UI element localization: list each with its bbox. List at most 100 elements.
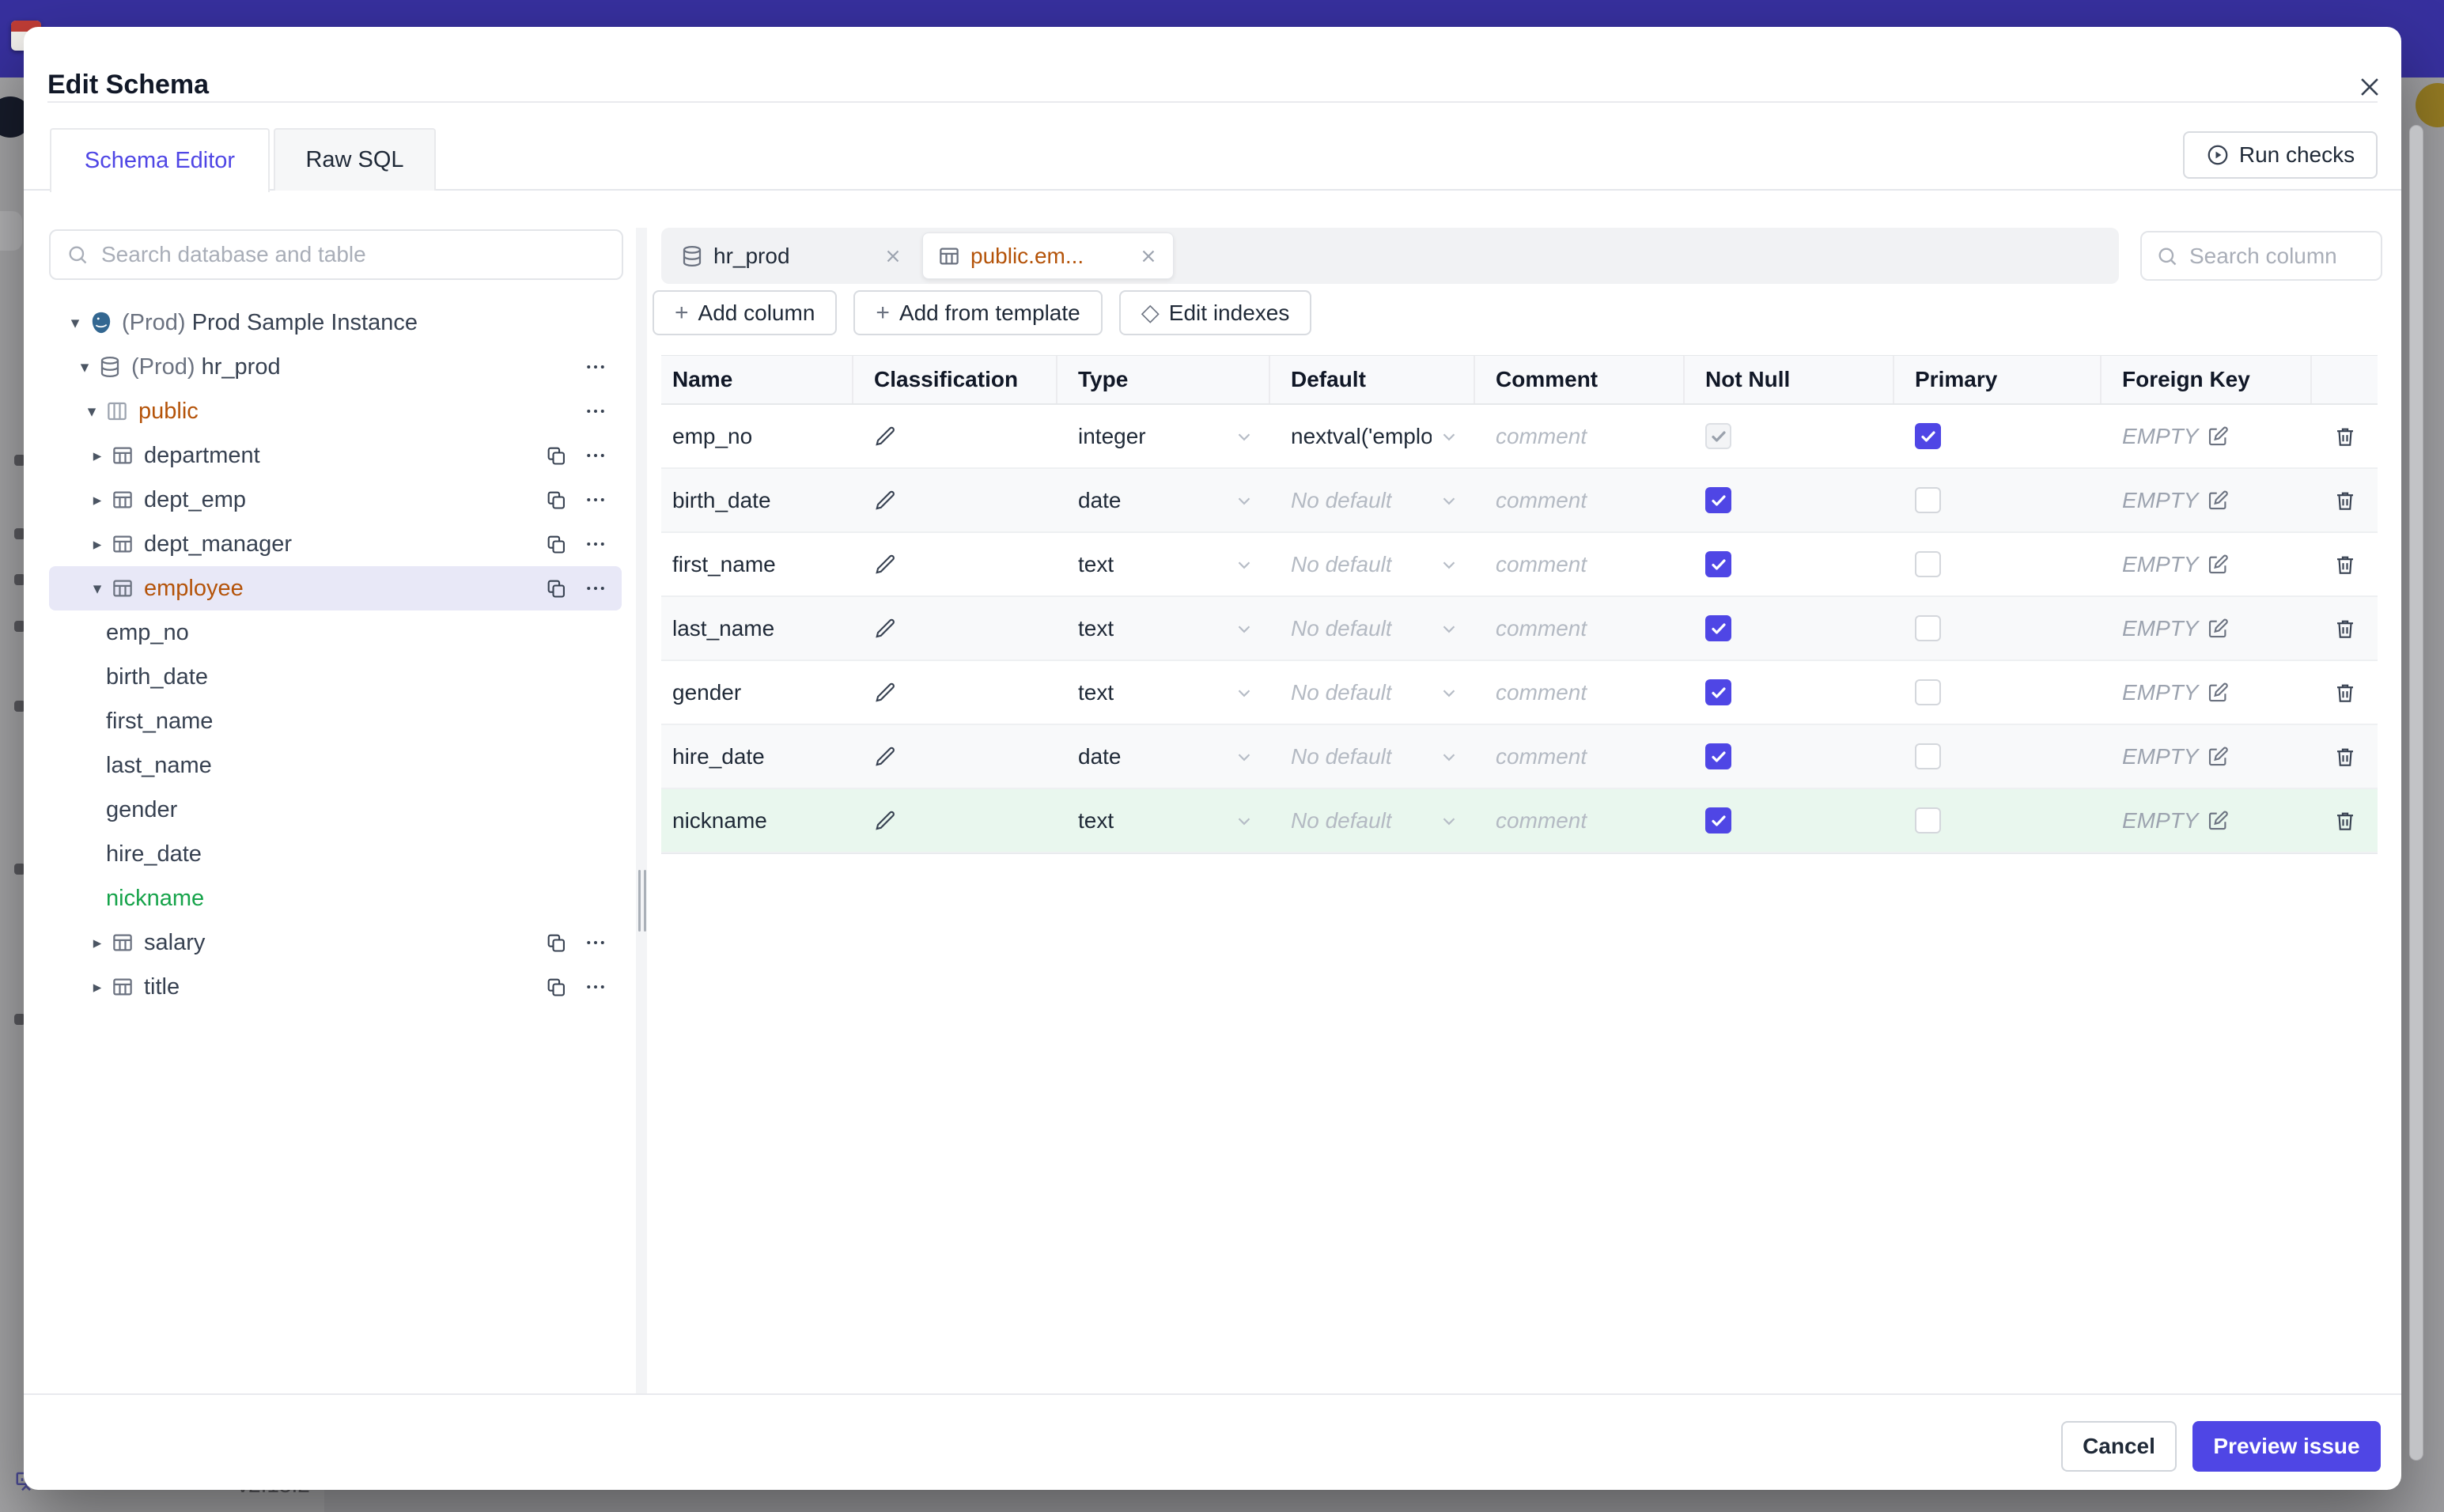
cell-type[interactable]: text	[1057, 533, 1270, 595]
checkbox-unchecked[interactable]	[1915, 615, 1941, 641]
edit-pencil-icon[interactable]	[874, 425, 898, 448]
cell-name[interactable]: hire_date	[661, 725, 853, 788]
cell-default[interactable]: No default	[1270, 661, 1475, 724]
more-menu-icon[interactable]	[582, 398, 609, 425]
editor-tab-hr-prod[interactable]: hr_prod	[666, 232, 917, 279]
cell-comment[interactable]: comment	[1475, 725, 1685, 788]
checkbox-checked[interactable]	[1705, 487, 1731, 513]
cell-comment[interactable]: comment	[1475, 469, 1685, 531]
tree-item-salary[interactable]: ▸ salary	[49, 920, 622, 965]
checkbox-unchecked[interactable]	[1915, 551, 1941, 577]
cell-type[interactable]: text	[1057, 789, 1270, 852]
tree-item-prod-sample-instance[interactable]: ▾ (Prod) Prod Sample Instance	[49, 301, 622, 345]
add-column-button[interactable]: + Add column	[653, 290, 838, 335]
checkbox-unchecked[interactable]	[1915, 743, 1941, 769]
edit-pencil-icon[interactable]	[874, 489, 898, 512]
cell-type[interactable]: integer	[1057, 405, 1270, 467]
trash-icon[interactable]	[2333, 617, 2357, 641]
caret-right-icon[interactable]: ▸	[87, 535, 108, 554]
cell-type[interactable]: date	[1057, 725, 1270, 788]
tree-item-employee[interactable]: ▾ employee	[49, 566, 622, 610]
checkbox-unchecked[interactable]	[1915, 487, 1941, 513]
caret-down-icon[interactable]: ▾	[87, 579, 108, 599]
more-menu-icon[interactable]	[582, 531, 609, 558]
more-menu-icon[interactable]	[582, 353, 609, 380]
cell-comment[interactable]: comment	[1475, 597, 1685, 660]
tree-item-gender[interactable]: gender	[49, 788, 622, 832]
edit-pencil-icon[interactable]	[874, 553, 898, 576]
cancel-button[interactable]: Cancel	[2061, 1421, 2177, 1472]
more-menu-icon[interactable]	[582, 575, 609, 602]
tree-item-hire-date[interactable]: hire_date	[49, 832, 622, 876]
edit-foreign-key-icon[interactable]	[2206, 425, 2230, 448]
cell-comment[interactable]: comment	[1475, 533, 1685, 595]
cell-default[interactable]: No default	[1270, 533, 1475, 595]
edit-foreign-key-icon[interactable]	[2206, 681, 2230, 705]
caret-right-icon[interactable]: ▸	[87, 490, 108, 510]
checkbox-checked[interactable]	[1705, 807, 1731, 833]
checkbox-checked[interactable]	[1705, 679, 1731, 705]
cell-name[interactable]: birth_date	[661, 469, 853, 531]
tree-item-department[interactable]: ▸ department	[49, 433, 622, 478]
tree-item-dept-manager[interactable]: ▸ dept_manager	[49, 522, 622, 566]
caret-right-icon[interactable]: ▸	[87, 446, 108, 466]
cell-default[interactable]: nextval('employ	[1270, 405, 1475, 467]
more-menu-icon[interactable]	[582, 973, 609, 1000]
caret-down-icon[interactable]: ▾	[74, 357, 95, 377]
edit-pencil-icon[interactable]	[874, 617, 898, 641]
more-menu-icon[interactable]	[582, 929, 609, 956]
copy-icon[interactable]	[543, 442, 569, 469]
edit-foreign-key-icon[interactable]	[2206, 617, 2230, 641]
preview-issue-button[interactable]: Preview issue	[2192, 1421, 2381, 1472]
more-menu-icon[interactable]	[582, 442, 609, 469]
checkbox-checked[interactable]	[1915, 423, 1941, 449]
more-menu-icon[interactable]	[582, 486, 609, 513]
copy-icon[interactable]	[543, 575, 569, 602]
close-tab-icon[interactable]	[1138, 246, 1159, 266]
add-from-template-button[interactable]: + Add from template	[853, 290, 1103, 335]
edit-pencil-icon[interactable]	[874, 745, 898, 769]
tree-item-hr-prod[interactable]: ▾ (Prod) hr_prod	[49, 345, 622, 389]
caret-right-icon[interactable]: ▸	[87, 933, 108, 953]
trash-icon[interactable]	[2333, 745, 2357, 769]
copy-icon[interactable]	[543, 486, 569, 513]
cell-name[interactable]: first_name	[661, 533, 853, 595]
tree-item-emp-no[interactable]: emp_no	[49, 610, 622, 655]
edit-foreign-key-icon[interactable]	[2206, 745, 2230, 769]
cell-type[interactable]: text	[1057, 661, 1270, 724]
editor-tab-public-em-[interactable]: public.em...	[922, 232, 1174, 279]
column-search-input[interactable]	[2188, 242, 2365, 270]
tree-item-title[interactable]: ▸ title	[49, 965, 622, 1009]
trash-icon[interactable]	[2333, 809, 2357, 833]
tree-item-dept-emp[interactable]: ▸ dept_emp	[49, 478, 622, 522]
edit-foreign-key-icon[interactable]	[2206, 809, 2230, 833]
caret-right-icon[interactable]: ▸	[87, 977, 108, 997]
caret-down-icon[interactable]: ▾	[81, 402, 102, 421]
tree-item-last-name[interactable]: last_name	[49, 743, 622, 788]
cell-comment[interactable]: comment	[1475, 661, 1685, 724]
checkbox-checked[interactable]	[1705, 743, 1731, 769]
cell-name[interactable]: gender	[661, 661, 853, 724]
copy-icon[interactable]	[543, 973, 569, 1000]
cell-comment[interactable]: comment	[1475, 789, 1685, 852]
edit-pencil-icon[interactable]	[874, 809, 898, 833]
checkbox-checked-disabled[interactable]	[1705, 423, 1731, 449]
caret-down-icon[interactable]: ▾	[65, 313, 85, 333]
cell-default[interactable]: No default	[1270, 789, 1475, 852]
tree-item-birth-date[interactable]: birth_date	[49, 655, 622, 699]
checkbox-unchecked[interactable]	[1915, 679, 1941, 705]
trash-icon[interactable]	[2333, 425, 2357, 448]
tree-item-first-name[interactable]: first_name	[49, 699, 622, 743]
edit-indexes-button[interactable]: ◇ Edit indexes	[1118, 290, 1312, 335]
checkbox-unchecked[interactable]	[1915, 807, 1941, 833]
checkbox-checked[interactable]	[1705, 551, 1731, 577]
trash-icon[interactable]	[2333, 489, 2357, 512]
panel-resize-gutter[interactable]	[636, 228, 647, 1393]
run-checks-button[interactable]: Run checks	[2183, 131, 2378, 179]
copy-icon[interactable]	[543, 531, 569, 558]
close-icon[interactable]	[2352, 70, 2387, 104]
cell-name[interactable]: nickname	[661, 789, 853, 852]
cell-comment[interactable]: comment	[1475, 405, 1685, 467]
cell-type[interactable]: date	[1057, 469, 1270, 531]
copy-icon[interactable]	[543, 929, 569, 956]
